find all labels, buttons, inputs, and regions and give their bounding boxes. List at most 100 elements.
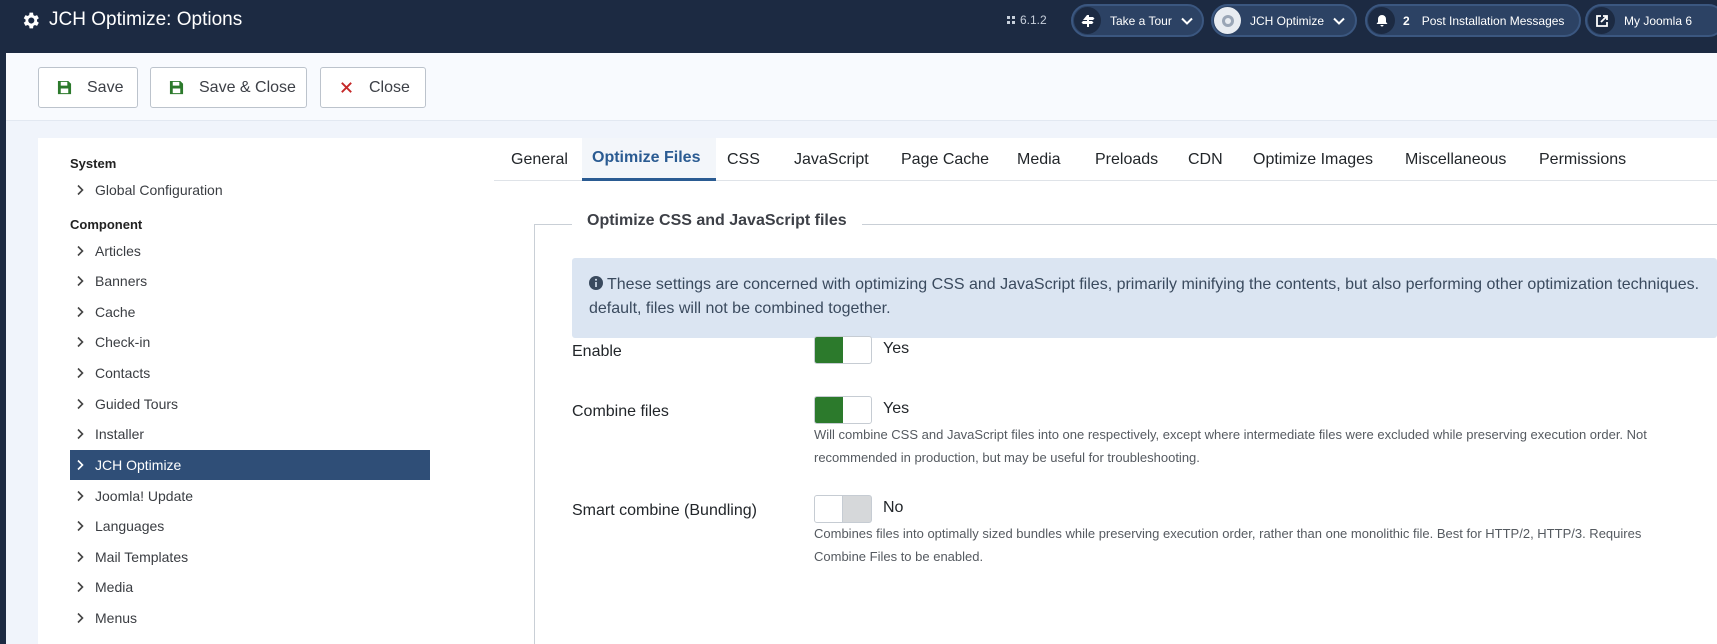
chevron-right-icon (77, 581, 84, 593)
sidebar-section-system: System (70, 156, 117, 171)
fieldset-legend: Optimize CSS and JavaScript files (572, 212, 862, 230)
sidebar-item-guided-tours[interactable]: Guided Tours (70, 389, 430, 419)
sidebar-item-installer[interactable]: Installer (70, 419, 430, 449)
chevron-right-icon (77, 184, 84, 196)
sidebar-item-cache[interactable]: Cache (70, 297, 430, 327)
tab-css[interactable]: CSS (727, 138, 760, 181)
switch-on-fill (815, 337, 843, 363)
take-a-tour-button[interactable]: Take a Tour (1071, 4, 1204, 37)
combine-files-description: Will combine CSS and JavaScript files in… (814, 423, 1714, 469)
sidebar-item-label: Guided Tours (95, 396, 179, 412)
sidebar-item-media[interactable]: Media (70, 572, 430, 602)
jch-optimize-menu-button[interactable]: JCH Optimize (1211, 4, 1357, 37)
combine-files-value: Yes (883, 400, 910, 417)
close-label: Close (369, 78, 410, 96)
tab-preloads[interactable]: Preloads (1095, 138, 1158, 181)
sidebar-item-label: Joomla! Update (95, 488, 194, 504)
combine-files-desc-line-2: recommended in production, but may be us… (814, 450, 1200, 465)
tab-cdn[interactable]: CDN (1188, 138, 1223, 181)
save-close-button[interactable]: Save & Close (150, 67, 307, 108)
close-button[interactable]: Close (320, 67, 426, 108)
info-icon (589, 276, 603, 290)
combine-files-switch[interactable] (814, 396, 872, 424)
enable-switch[interactable] (814, 336, 872, 364)
tab-page-cache[interactable]: Page Cache (901, 138, 989, 181)
chevron-right-icon (77, 306, 84, 318)
save-button[interactable]: Save (38, 67, 138, 108)
sidebar-section-component: Component (70, 217, 143, 232)
save-label: Save (87, 78, 124, 96)
sidebar-item-mail-templates[interactable]: Mail Templates (70, 542, 430, 572)
sidebar-item-banners[interactable]: Banners (70, 266, 430, 296)
sidebar-item-joomla-update[interactable]: Joomla! Update (70, 481, 430, 511)
sidebar-item-label: Installer (95, 426, 145, 442)
sidebar-item-menus[interactable]: Menus (70, 603, 430, 633)
toolbar: Save Save & Close Close (6, 53, 1717, 121)
my-joomla-link[interactable]: My Joomla 6 (1585, 4, 1717, 37)
info-alert: These settings are concerned with optimi… (572, 258, 1717, 338)
page-title-wrap: JCH Optimize: Options (20, 8, 242, 32)
tab-miscellaneous[interactable]: Miscellaneous (1405, 138, 1506, 181)
combine-files-desc-line-1: Will combine CSS and JavaScript files in… (814, 427, 1647, 442)
smart-combine-label: Smart combine (Bundling) (572, 502, 757, 519)
enable-label: Enable (572, 343, 622, 360)
sidebar-item-label: Menus (95, 610, 138, 626)
joomla-icon (1007, 16, 1015, 24)
chevron-right-icon (77, 490, 84, 502)
chevron-right-icon (77, 551, 84, 563)
combine-files-label: Combine files (572, 403, 669, 420)
smart-combine-switch[interactable] (814, 495, 872, 523)
save-close-label: Save & Close (199, 78, 296, 96)
sidebar-item-articles[interactable]: Articles (70, 236, 430, 266)
chevron-right-icon (77, 520, 84, 532)
floppy-icon (57, 80, 72, 95)
sidebar-item-label: Cache (95, 304, 136, 320)
tab-optimize-images[interactable]: Optimize Images (1253, 138, 1373, 181)
tab-media[interactable]: Media (1017, 138, 1061, 181)
post-installation-messages-button[interactable]: 2 Post Installation Messages (1365, 4, 1581, 37)
sidebar-item-languages[interactable]: Languages (70, 511, 430, 541)
chevron-down-icon (1181, 17, 1193, 25)
tab-javascript[interactable]: JavaScript (794, 138, 869, 181)
sidebar-item-label: Mail Templates (95, 549, 189, 565)
sidebar-item-label: Contacts (95, 365, 151, 381)
chevron-down-icon (1333, 17, 1345, 25)
sidebar-item-check-in[interactable]: Check-in (70, 327, 430, 357)
smart-combine-desc-line-1: Combines files into optimally sized bund… (814, 526, 1642, 541)
chevron-right-icon (77, 245, 84, 257)
tab-general[interactable]: General (494, 138, 582, 181)
tab-permissions[interactable]: Permissions (1539, 138, 1626, 181)
sidebar-item-label: Banners (95, 273, 148, 289)
bell-icon (1368, 7, 1395, 34)
sidebar-item-label: Media (95, 579, 134, 595)
sidebar-item-jch-optimize[interactable]: JCH Optimize (70, 450, 430, 480)
page-title: JCH Optimize: Options (49, 9, 243, 30)
left-edge-strip (0, 53, 6, 644)
smart-combine-value: No (883, 499, 904, 516)
options-panel: General Optimize Files CSS JavaScript Pa… (494, 138, 1717, 644)
gear-icon (23, 12, 39, 28)
switch-knob (815, 496, 843, 522)
notification-count: 2 (1403, 13, 1410, 28)
alert-text-line-2: default, files will not be combined toge… (589, 300, 891, 317)
enable-value: Yes (883, 340, 910, 357)
sidebar-item-contacts[interactable]: Contacts (70, 358, 430, 388)
component-sidebar: System Global Configuration Component Ar… (38, 138, 494, 644)
sidebar-item-label: Languages (95, 518, 165, 534)
post-installation-label: Post Installation Messages (1421, 13, 1565, 28)
sidebar-item-global-configuration[interactable]: Global Configuration (70, 175, 430, 205)
sidebar-item-label: Check-in (95, 334, 151, 350)
smart-combine-description: Combines files into optimally sized bund… (814, 522, 1714, 568)
tab-optimize-files[interactable]: Optimize Files (582, 138, 716, 181)
close-icon (341, 82, 352, 93)
chevron-right-icon (77, 459, 84, 471)
chevron-right-icon (77, 398, 84, 410)
header-bar: JCH Optimize: Options 6.1.2 Take a Tour … (0, 0, 1717, 644)
sidebar-item-label: JCH Optimize (95, 457, 182, 473)
my-joomla-label: My Joomla 6 (1624, 13, 1693, 28)
chevron-right-icon (77, 428, 84, 440)
alert-text-line-1: These settings are concerned with optimi… (607, 276, 1700, 293)
version-label: 6.1.2 (1005, 13, 1047, 27)
chevron-right-icon (77, 367, 84, 379)
floppy-icon (169, 80, 184, 95)
